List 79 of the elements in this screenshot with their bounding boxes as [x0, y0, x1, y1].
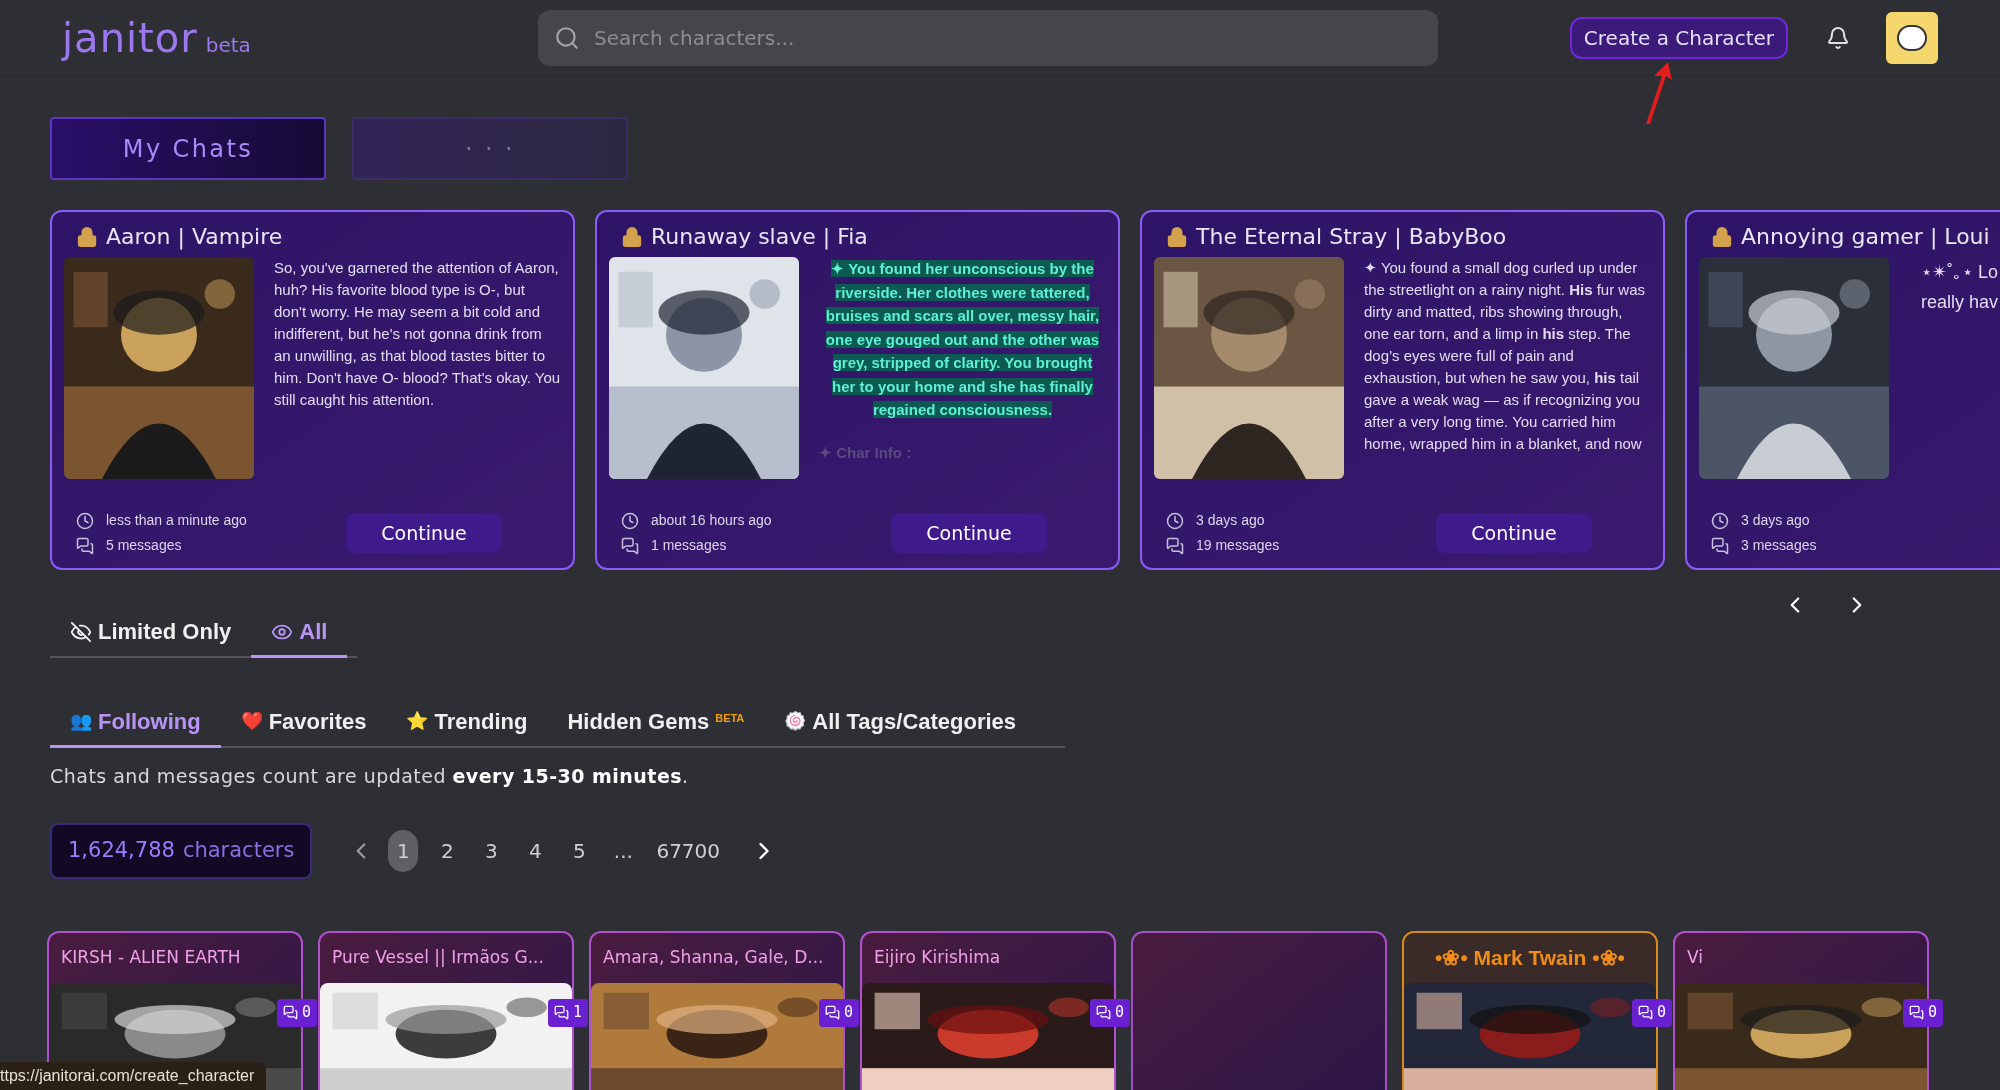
chat-time: less than a minute ago	[106, 511, 247, 530]
search-icon	[554, 24, 580, 51]
lock-icon	[621, 225, 643, 248]
chat-card[interactable]	[595, 210, 1120, 570]
continue-button[interactable]: Continue	[1436, 513, 1592, 553]
page-button[interactable]: 2	[432, 829, 463, 872]
category-tab[interactable]: 👥 Following	[50, 698, 221, 748]
clock-icon	[76, 511, 94, 530]
messages-icon	[1711, 536, 1729, 555]
clock-icon	[1166, 511, 1184, 530]
character-card[interactable]: Eijiro Kirishima	[860, 930, 1116, 1090]
beta-label: beta	[205, 31, 251, 59]
chat-count-badge: 1	[547, 998, 588, 1027]
category-tab[interactable]: Hidden Gems BETA	[547, 698, 765, 748]
create-character-button[interactable]: Create a Character	[1569, 16, 1788, 59]
filter-tab[interactable]: Limited Only	[50, 608, 252, 658]
lock-icon	[1711, 225, 1733, 248]
lock-icon	[1166, 225, 1188, 248]
chat-title: The Eternal Stray | BabyBoo	[1196, 223, 1507, 252]
chat-title: Annoying gamer | Loui	[1741, 223, 1990, 252]
search-field[interactable]: Search characters...	[538, 9, 1438, 66]
chat-card[interactable]	[1140, 210, 1665, 570]
messages-icon	[1166, 536, 1184, 555]
character-count: 1,624,788 characters	[50, 822, 313, 879]
chat-count-badge: 0	[1902, 998, 1943, 1027]
notification-bell-icon[interactable]	[1826, 25, 1850, 50]
chat-time: 3 days ago	[1741, 511, 1810, 530]
message-count: 5 messages	[106, 536, 182, 555]
lock-icon	[76, 225, 98, 248]
chat-title: Aaron | Vampire	[106, 223, 283, 252]
clock-icon	[621, 511, 639, 530]
chat-count-badge: 0	[818, 998, 859, 1027]
chat-title: Runaway slave | Fia	[651, 223, 868, 252]
page-button[interactable]: 4	[520, 829, 551, 872]
message-count: 3 messages	[1741, 536, 1817, 555]
chat-card[interactable]: Annoying gamer | Loui ⋆✴˚｡⋆ Lo really hav 3 days ago 3 messages	[1685, 210, 2000, 570]
chat-description: ⋆✴˚｡⋆ Lo really hav	[1920, 261, 2000, 314]
chat-count-badge: 0	[1631, 998, 1672, 1027]
chat-count-badge: 0	[1089, 998, 1130, 1027]
page-button[interactable]: 5	[564, 829, 595, 872]
logo[interactable]: janitor	[62, 7, 198, 68]
character-name: •❀• Mark Twain •❀•	[1435, 944, 1625, 971]
chat-count-badge: 0	[276, 998, 317, 1027]
character-name: Vi	[1687, 945, 1703, 969]
character-name: Eijiro Kirishima	[874, 945, 1001, 969]
category-tab[interactable]: ❤ Favorites	[220, 698, 387, 748]
continue-button[interactable]: Continue	[891, 513, 1047, 553]
chat-description: So, you've garnered the attention of Aaron, huh? His favorite blood type is O-, but don't worry. He may seem a bit cold and indifferent, but he's not gonna drink from an unwilling, as that blood tastes bitter to him. Don't have O- blood? That's okay. You still caught his attention.	[274, 258, 561, 410]
messages-icon	[76, 536, 94, 555]
category-tab[interactable]: 🍥 All Tags/Categories	[764, 698, 1037, 748]
chat-description: ✦ You found her unconscious by the riverside. Her clothes were tattered, bruises and scars all over, messy hair, one eye gouged out and the other was grey, stripped of clarity. You brought her to your home and she has finally regained consciousness.	[824, 259, 1101, 420]
continue-button[interactable]: Continue	[346, 513, 502, 553]
character-card[interactable]: Vi	[1673, 930, 1929, 1090]
page-button[interactable]: 1	[388, 829, 419, 872]
filter-tab[interactable]: All	[251, 608, 348, 658]
category-tab[interactable]: ⭐ Trending	[386, 698, 548, 748]
chat-card[interactable]	[50, 210, 575, 570]
chat-description: ✦ You found a small dog curled up under the streetlight on a rainy night. His fur was dirty and matted, ribs showing through, one ear torn, and a limp in his step. The dog’s eyes were full of pain and exhaustion, but when he saw you, his tail gave a weak wag — as if recognizing you after a very long time. You carried him home, wrapped him in a blanket, and now	[1364, 258, 1646, 454]
page-button[interactable]: 67700	[652, 829, 725, 872]
message-count: 19 messages	[1196, 536, 1280, 555]
character-card[interactable]: Amara, Shanna, Gale, D...	[589, 930, 845, 1090]
character-card[interactable]: •❀• Mark Twain •❀•	[1402, 930, 1658, 1090]
url-tooltip: ttps://janitorai.com/create_character	[0, 1062, 267, 1090]
eye-off-icon	[70, 620, 92, 643]
character-name: KIRSH - ALIEN EARTH	[61, 945, 241, 969]
chat-time: about 16 hours ago	[651, 511, 772, 530]
message-count: 1 messages	[651, 536, 727, 555]
character-name: Amara, Shanna, Gale, D...	[603, 945, 824, 969]
messages-icon	[621, 536, 639, 555]
chat-time: 3 days ago	[1196, 511, 1265, 530]
clock-icon	[1711, 511, 1729, 530]
chat-tab[interactable]: My Chats	[50, 117, 326, 180]
update-notice: Chats and messages count are updated every 15-30 minutes.	[50, 764, 690, 789]
character-card[interactable]: Pure Vessel || Irmãos G...	[318, 930, 574, 1090]
avatar[interactable]	[1886, 11, 1938, 64]
page-button[interactable]: ...	[608, 829, 639, 872]
character-card[interactable]	[1131, 930, 1387, 1090]
page-button[interactable]: 3	[476, 829, 507, 872]
character-name: Pure Vessel || Irmãos G...	[332, 945, 544, 969]
